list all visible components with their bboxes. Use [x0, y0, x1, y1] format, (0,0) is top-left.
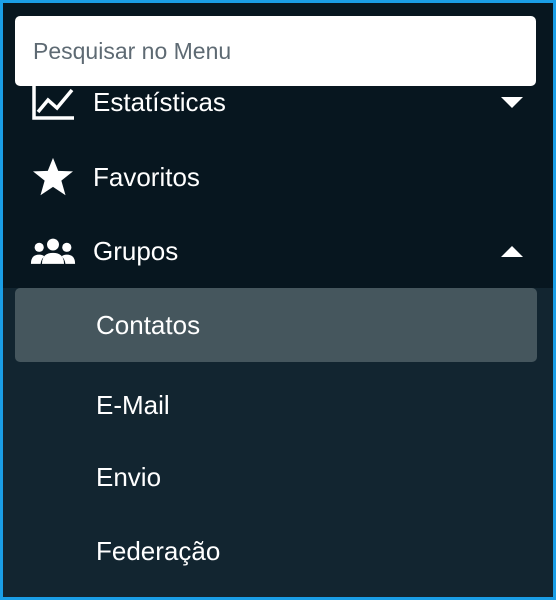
users-icon	[30, 231, 76, 271]
chevron-up-icon[interactable]	[501, 245, 523, 257]
submenu-item-label: Contatos	[96, 309, 201, 340]
submenu-item-label: E-Mail	[96, 389, 170, 420]
menu-item-label: Favoritos	[93, 161, 200, 192]
submenu-item-federacao[interactable]: Federação	[15, 514, 537, 588]
submenu-item-contatos[interactable]: Contatos	[15, 288, 537, 362]
menu-item-label: Grupos	[93, 235, 179, 266]
sidebar-menu: Estatísticas Favoritos Grupos	[3, 3, 553, 597]
search-input[interactable]	[15, 16, 536, 86]
submenu-item-label: Federação	[96, 535, 221, 566]
menu-item-grupos[interactable]: Grupos	[3, 214, 553, 288]
submenu-item-email[interactable]: E-Mail	[15, 368, 537, 442]
submenu-item-envio[interactable]: Envio	[15, 440, 537, 514]
chart-line-icon	[30, 82, 76, 122]
star-icon	[30, 157, 76, 197]
menu-item-label: Estatísticas	[93, 86, 226, 117]
submenu-item-label: Envio	[96, 461, 162, 492]
menu-item-favoritos[interactable]: Favoritos	[3, 140, 553, 214]
chevron-down-icon[interactable]	[501, 96, 523, 108]
